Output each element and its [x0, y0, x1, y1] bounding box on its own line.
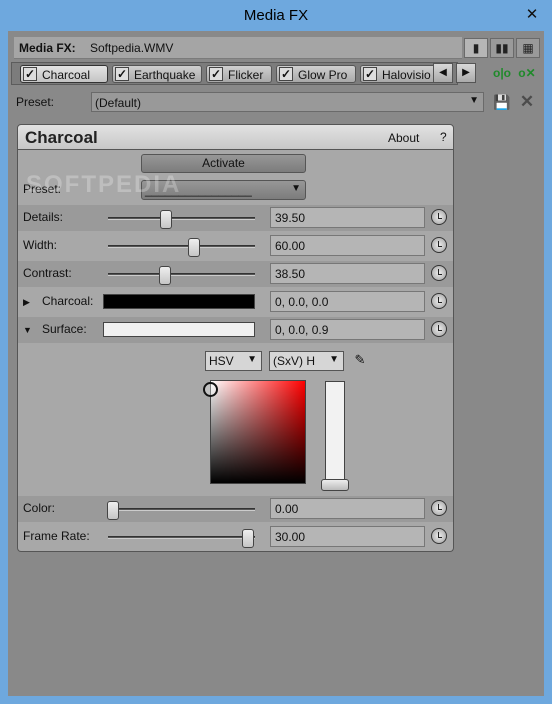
- slider-thumb[interactable]: [242, 529, 254, 548]
- keyframe-reset-icon[interactable]: [431, 500, 447, 516]
- tab-checkbox[interactable]: ✓: [279, 67, 293, 81]
- tab-checkbox[interactable]: ✓: [209, 67, 223, 81]
- expand-right-icon[interactable]: ▶: [23, 297, 30, 308]
- color-slider[interactable]: [107, 501, 255, 520]
- color-model-value: HSV: [209, 354, 234, 368]
- param-label: Color:: [23, 501, 56, 515]
- preset-label: Preset:: [16, 95, 55, 109]
- tab-charcoal[interactable]: ✓ Charcoal: [20, 65, 108, 83]
- slider-thumb[interactable]: [188, 238, 200, 257]
- color-mode-dropdown[interactable]: (SxV) H ▼: [269, 351, 344, 371]
- tab-label: Halovisio: [382, 68, 431, 82]
- param-label: Details:: [23, 210, 64, 224]
- contrast-slider[interactable]: [108, 266, 255, 285]
- tab-checkbox[interactable]: ✓: [23, 67, 37, 81]
- picker-cursor[interactable]: [203, 382, 218, 397]
- contrast-value-field[interactable]: 38.50: [270, 263, 425, 284]
- param-row-contrast: Contrast: 38.50: [18, 261, 453, 287]
- keyframe-reset-icon[interactable]: [431, 293, 447, 309]
- keyframe-reset-icon[interactable]: [431, 321, 447, 337]
- slider-thumb[interactable]: [107, 501, 119, 520]
- chevron-down-icon: ▼: [291, 183, 301, 194]
- tab-next-button[interactable]: ▶: [456, 63, 476, 83]
- about-link[interactable]: About: [388, 131, 419, 145]
- param-label: Width:: [23, 238, 58, 252]
- view-single-icon[interactable]: ▮: [464, 38, 488, 58]
- delete-preset-icon[interactable]: ✕: [519, 93, 535, 111]
- param-label: Contrast:: [23, 266, 72, 280]
- help-button[interactable]: ?: [440, 130, 447, 144]
- window-title: Media FX: [243, 7, 309, 24]
- frame-rate-slider[interactable]: [108, 529, 255, 548]
- tab-label: Earthquake: [134, 68, 196, 82]
- remove-plugin-icon[interactable]: o✕: [517, 66, 537, 82]
- keyframe-reset-icon[interactable]: [431, 265, 447, 281]
- param-row-frame-rate: Frame Rate: 30.00: [18, 524, 453, 550]
- chevron-down-icon: ▼: [329, 354, 339, 365]
- width-value-field[interactable]: 60.00: [270, 235, 425, 256]
- keyframe-reset-icon[interactable]: [431, 237, 447, 253]
- param-label: Frame Rate:: [23, 529, 90, 543]
- slider-thumb[interactable]: [160, 210, 173, 229]
- plugin-title: Charcoal: [25, 128, 98, 147]
- param-label: Charcoal:: [42, 294, 94, 308]
- media-fx-window: Media FX ✕ Media FX: Softpedia.WMV ▮ ▮▮ …: [0, 0, 552, 704]
- tab-checkbox[interactable]: ✓: [115, 67, 129, 81]
- eyedropper-icon[interactable]: ✎: [352, 352, 368, 368]
- color-model-dropdown[interactable]: HSV ▼: [205, 351, 262, 371]
- header-label: Media FX:: [19, 41, 76, 55]
- hue-slider-thumb[interactable]: [321, 479, 349, 491]
- view-double-icon[interactable]: ▮▮: [490, 38, 514, 58]
- charcoal-color-value[interactable]: 0, 0.0, 0.0: [270, 291, 425, 312]
- charcoal-color-swatch[interactable]: [103, 294, 255, 309]
- softpedia-watermark: SOFTPEDIA: [26, 171, 182, 198]
- tab-halovision[interactable]: ✓ Halovisio: [360, 65, 436, 83]
- tab-label: Charcoal: [42, 68, 91, 82]
- saturation-value-picker[interactable]: [203, 380, 306, 484]
- media-fx-header: Media FX: Softpedia.WMV: [14, 37, 462, 59]
- param-row-color: Color: 0.00: [18, 496, 453, 522]
- param-label: Surface:: [42, 322, 87, 336]
- close-icon[interactable]: ✕: [523, 6, 541, 24]
- keyframe-reset-icon[interactable]: [431, 528, 447, 544]
- add-plugin-icon[interactable]: o|o: [492, 66, 512, 82]
- header-file-name: Softpedia.WMV: [90, 41, 174, 55]
- title-bar: Media FX ✕: [0, 0, 552, 31]
- width-slider[interactable]: [108, 238, 255, 257]
- chevron-down-icon: ▼: [469, 95, 479, 106]
- hue-slider-track[interactable]: [325, 381, 345, 484]
- tab-label: Glow Pro: [298, 68, 348, 82]
- frame-rate-value-field[interactable]: 30.00: [270, 526, 425, 547]
- tab-checkbox[interactable]: ✓: [363, 67, 377, 81]
- tab-glow-pro[interactable]: ✓ Glow Pro: [276, 65, 356, 83]
- tab-prev-button[interactable]: ◀: [433, 63, 453, 83]
- surface-color-value[interactable]: 0, 0.0, 0.9: [270, 319, 425, 340]
- tab-earthquake[interactable]: ✓ Earthquake: [112, 65, 202, 83]
- plugin-body: Activate Preset: ________________ ▼ Deta…: [17, 150, 454, 552]
- tab-label: Flicker: [228, 68, 264, 82]
- param-row-details: Details: 39.50: [18, 205, 453, 231]
- param-row-width: Width: 60.00: [18, 233, 453, 259]
- preset-dropdown[interactable]: (Default) ▼: [91, 92, 484, 112]
- client-area: Media FX: Softpedia.WMV ▮ ▮▮ ▦ ✓ Charcoa…: [8, 31, 544, 696]
- tab-flicker[interactable]: ✓ Flicker: [206, 65, 272, 83]
- save-preset-icon[interactable]: 💾: [493, 94, 510, 110]
- fx-chain-tabs: ✓ Charcoal ✓ Earthquake ✓ Flicker ✓ Glow…: [11, 62, 458, 85]
- color-mode-value: (SxV) H: [273, 354, 315, 368]
- param-row-charcoal-color: ▶ Charcoal: 0, 0.0, 0.0: [18, 289, 453, 315]
- param-row-surface-color: ▼ Surface: 0, 0.0, 0.9: [18, 317, 453, 343]
- details-value-field[interactable]: 39.50: [270, 207, 425, 228]
- details-slider[interactable]: [108, 210, 255, 229]
- keyframe-reset-icon[interactable]: [431, 209, 447, 225]
- expand-down-icon[interactable]: ▼: [23, 325, 32, 335]
- plugin-header: Charcoal About ?: [17, 124, 454, 150]
- view-grid-icon[interactable]: ▦: [516, 38, 540, 58]
- color-value-field[interactable]: 0.00: [270, 498, 425, 519]
- preset-value: (Default): [95, 96, 142, 110]
- slider-thumb[interactable]: [158, 266, 171, 285]
- surface-color-swatch[interactable]: [103, 322, 255, 337]
- chevron-down-icon: ▼: [247, 354, 257, 365]
